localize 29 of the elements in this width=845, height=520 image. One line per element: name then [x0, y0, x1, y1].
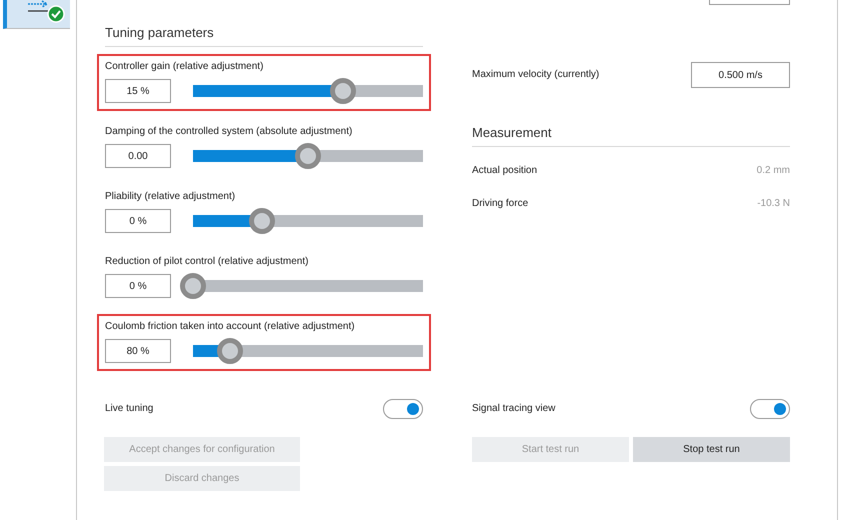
- velocity-field[interactable]: 0.500 m/s: [691, 62, 790, 88]
- section-heading: Measurement: [472, 124, 790, 147]
- section-heading: Tuning parameters: [105, 24, 423, 47]
- toggle-switch[interactable]: [383, 399, 423, 419]
- slider-thumb[interactable]: [249, 208, 275, 234]
- value-field[interactable]: 0 %: [105, 274, 171, 298]
- parameter-label: Reduction of pilot control (relative adjustment): [105, 256, 310, 268]
- toggle-label: Live tuning: [105, 403, 154, 415]
- parameter-label: Pliability (relative adjustment): [105, 191, 236, 203]
- slider-thumb[interactable]: [295, 143, 321, 169]
- value-field[interactable]: 0 %: [105, 209, 171, 233]
- measurement-value: -10.3 N: [757, 198, 790, 210]
- value-field[interactable]: 0.00: [105, 144, 171, 168]
- slider-thumb[interactable]: [180, 273, 206, 299]
- slider-thumb[interactable]: [330, 78, 356, 104]
- measurement-value: 0.2 mm: [756, 165, 790, 177]
- sidebar-tile[interactable]: [3, 0, 70, 29]
- value-field[interactable]: 80 %: [105, 339, 171, 363]
- parameter-label: Coulomb friction taken into account (relative adjustment): [105, 321, 356, 333]
- slider-thumb[interactable]: [216, 338, 243, 364]
- value-field[interactable]: 15 %: [105, 79, 171, 103]
- velocity-label: Maximum velocity (currently): [472, 69, 600, 81]
- parameter-label: Damping of the controlled system (absolute adjustment): [105, 126, 354, 138]
- measurement-label: Actual position: [472, 165, 538, 177]
- action-button[interactable]: Stop test run: [633, 437, 790, 462]
- toggle-label: Signal tracing view: [472, 403, 556, 415]
- parameter-label: Controller gain (relative adjustment): [105, 61, 264, 73]
- measurement-label: Driving force: [472, 198, 528, 210]
- toggle-switch[interactable]: [750, 399, 790, 419]
